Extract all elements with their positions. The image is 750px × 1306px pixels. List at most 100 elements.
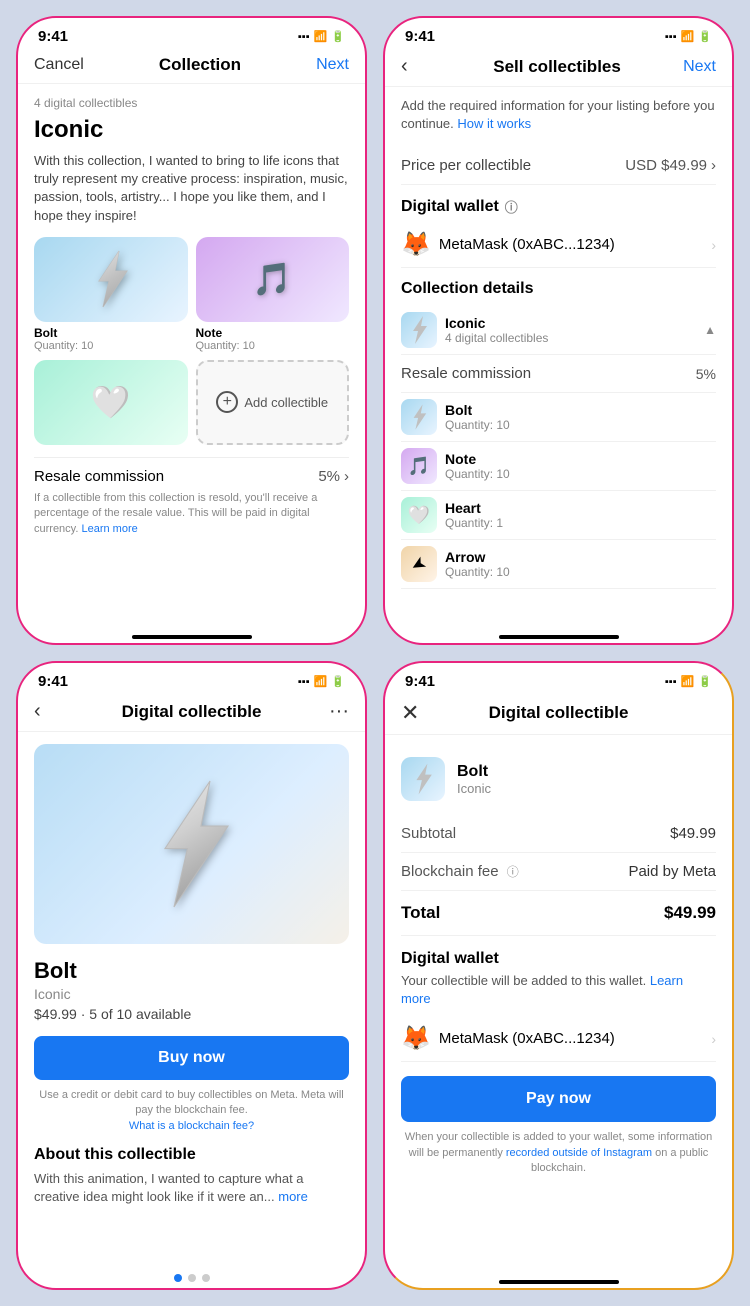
next-button-2[interactable]: Next xyxy=(683,58,716,76)
fee-value: Paid by Meta xyxy=(628,863,716,880)
bolt-image xyxy=(34,237,188,322)
about-text: With this animation, I wanted to capture… xyxy=(34,1170,349,1206)
status-icons-4: ▪▪▪ 📶 🔋 xyxy=(665,675,712,688)
next-button-1[interactable]: Next xyxy=(316,56,349,74)
collection-subtitle: 4 digital collectibles xyxy=(34,96,349,110)
nav-bar-2: ‹ Sell collectibles Next xyxy=(385,49,732,87)
wallet-name-4: MetaMask (0xABC...1234) xyxy=(439,1030,615,1047)
bolt-qty: Quantity: 10 xyxy=(34,340,188,352)
sell-heart-qty: Quantity: 1 xyxy=(445,516,716,530)
nav-title-3: Digital collectible xyxy=(64,702,319,722)
total-label: Total xyxy=(401,903,440,923)
fee-row: Blockchain fee ⓘ Paid by Meta xyxy=(401,853,716,891)
collection-desc: With this collection, I wanted to bring … xyxy=(34,152,349,225)
heart-icon: 🤍 xyxy=(91,383,131,421)
how-it-works-link[interactable]: How it works xyxy=(457,116,531,131)
battery-icon-3: 🔋 xyxy=(331,675,345,688)
back-button-2[interactable]: ‹ xyxy=(401,55,431,78)
note-icon: 🎵 xyxy=(252,260,292,298)
sell-item-arrow: ➤ Arrow Quantity: 10 xyxy=(401,540,716,589)
dw-header: Digital wallet xyxy=(401,950,716,968)
fee-label: Blockchain fee ⓘ xyxy=(401,863,519,880)
page-dot-2 xyxy=(202,1274,210,1282)
arrow-icon: ➤ xyxy=(407,552,431,578)
status-icons-3: ▪▪▪ 📶 🔋 xyxy=(298,675,345,688)
coll-info-main: Iconic 4 digital collectibles xyxy=(445,315,696,345)
add-collectible-button[interactable]: + Add collectible xyxy=(196,360,350,445)
item-header-row: Bolt Iconic xyxy=(401,747,716,815)
fee-info-icon: ⓘ xyxy=(507,865,519,879)
payment-item-info: Bolt Iconic xyxy=(457,763,491,796)
close-button[interactable]: ✕ xyxy=(401,700,431,726)
page-dot-active xyxy=(174,1274,182,1282)
total-row: Total $49.99 xyxy=(401,891,716,936)
wallet-row[interactable]: 🦊 MetaMask (0xABC...1234) › xyxy=(401,222,716,268)
sell-arrow-qty: Quantity: 10 xyxy=(445,565,716,579)
screen1-frame: 9:41 ▪▪▪ 📶 🔋 Cancel Collection Next 4 di… xyxy=(16,16,367,645)
collectible-bolt[interactable]: Bolt Quantity: 10 xyxy=(34,237,188,352)
collection-title: Iconic xyxy=(34,116,349,144)
subtotal-row: Subtotal $49.99 xyxy=(401,815,716,853)
nav-bar-4: ✕ Digital collectible xyxy=(385,694,732,735)
cancel-button[interactable]: Cancel xyxy=(34,56,84,74)
home-indicator-4 xyxy=(499,1280,619,1284)
sell-bolt-info: Bolt Quantity: 10 xyxy=(445,402,716,432)
wallet-row-4[interactable]: 🦊 MetaMask (0xABC...1234) › xyxy=(401,1016,716,1062)
note-label: Note xyxy=(196,326,350,340)
more-link[interactable]: more xyxy=(278,1189,308,1204)
pay-now-button[interactable]: Pay now xyxy=(401,1076,716,1122)
sell-item-heart: 🤍 Heart Quantity: 1 xyxy=(401,491,716,540)
learn-more-link[interactable]: Learn more xyxy=(81,523,137,535)
signal-icon-3: ▪▪▪ xyxy=(298,676,310,688)
status-bar-3: 9:41 ▪▪▪ 📶 🔋 xyxy=(18,663,365,694)
wallet-name: MetaMask (0xABC...1234) xyxy=(439,236,615,253)
nav-bar-3: ‹ Digital collectible ··· xyxy=(18,694,365,732)
payment-item-collection: Iconic xyxy=(457,781,491,796)
screen3-frame: 9:41 ▪▪▪ 📶 🔋 ‹ Digital collectible ··· xyxy=(16,661,367,1290)
sell-arrow-name: Arrow xyxy=(445,549,716,565)
dw-desc: Your collectible will be added to this w… xyxy=(401,972,716,1008)
recorded-link[interactable]: recorded outside of Instagram xyxy=(506,1147,652,1159)
screen4-content: Bolt Iconic Subtotal $49.99 Blockchain f… xyxy=(385,735,732,1274)
buy-now-button[interactable]: Buy now xyxy=(34,1036,349,1080)
chevron-right-icon: › xyxy=(344,468,349,485)
sell-note-info: Note Quantity: 10 xyxy=(445,451,716,481)
sell-heart-name: Heart xyxy=(445,500,716,516)
chevron-right-icon-2: › xyxy=(711,157,716,174)
screen1-content: 4 digital collectibles Iconic With this … xyxy=(18,84,365,629)
item-price-avail: $49.99 · 5 of 10 available xyxy=(34,1006,349,1022)
digital-wallet-section: Digital wallet Your collectible will be … xyxy=(401,950,716,1062)
note-image: 🎵 xyxy=(196,237,350,322)
collectible-note[interactable]: 🎵 Note Quantity: 10 xyxy=(196,237,350,352)
add-circle-icon: + xyxy=(216,391,238,413)
resale-row[interactable]: Resale commission 5% › xyxy=(34,457,349,485)
chevron-right-icon-4: › xyxy=(711,1031,716,1047)
status-bar-2: 9:41 ▪▪▪ 📶 🔋 xyxy=(385,18,732,49)
sell-heart-info: Heart Quantity: 1 xyxy=(445,500,716,530)
battery-icon-2: 🔋 xyxy=(698,30,712,43)
status-icons-1: ▪▪▪ 📶 🔋 xyxy=(298,30,345,43)
status-bar-1: 9:41 ▪▪▪ 📶 🔋 xyxy=(18,18,365,49)
nav-title-1: Collection xyxy=(84,55,316,75)
sell-note-name: Note xyxy=(445,451,716,467)
wifi-icon-4: 📶 xyxy=(681,675,695,688)
nav-title-4: Digital collectible xyxy=(431,703,686,723)
home-indicator-2 xyxy=(499,635,619,639)
payment-bolt-thumb xyxy=(401,757,445,801)
coll-sub-main: 4 digital collectibles xyxy=(445,331,696,345)
sell-bolt-name: Bolt xyxy=(445,402,716,418)
more-button[interactable]: ··· xyxy=(319,700,349,723)
metamask-icon-4: 🦊 xyxy=(401,1024,431,1053)
resale-label: Resale commission xyxy=(34,468,164,485)
blockchain-fee-link[interactable]: What is a blockchain fee? xyxy=(129,1120,254,1132)
back-button-3[interactable]: ‹ xyxy=(34,700,64,723)
screen2-frame: 9:41 ▪▪▪ 📶 🔋 ‹ Sell collectibles Next Ad… xyxy=(383,16,734,645)
page-dot-1 xyxy=(188,1274,196,1282)
collection-thumb xyxy=(401,312,437,348)
resale-label-2: Resale commission xyxy=(401,365,531,382)
collection-details-header: Collection details xyxy=(401,280,716,298)
wallet-left: 🦊 MetaMask (0xABC...1234) xyxy=(401,230,615,259)
note-qty: Quantity: 10 xyxy=(196,340,350,352)
price-row[interactable]: Price per collectible USD $49.99 › xyxy=(401,147,716,185)
collectible-heart[interactable]: 🤍 xyxy=(34,360,188,445)
